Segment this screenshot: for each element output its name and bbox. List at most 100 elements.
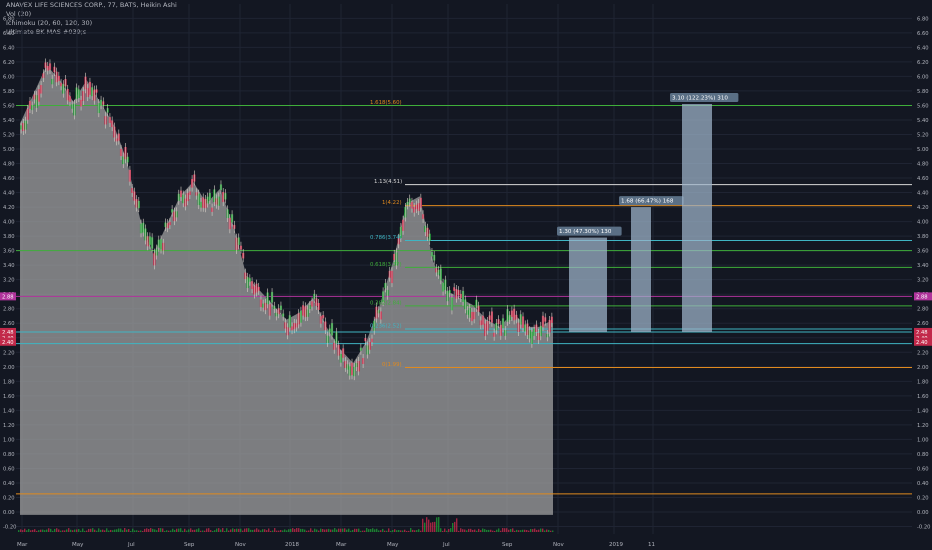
volume-bar [144, 528, 146, 532]
volume-bar [176, 528, 178, 532]
volume-bar [36, 530, 38, 532]
volume-bar [538, 529, 540, 532]
y-tick-label-right: 5.40 [917, 118, 929, 124]
volume-bar [102, 529, 104, 532]
left-price-axis[interactable]: 6.80 6.60 6.40 6.20 6.00 5.80 5.60 5.40 5.20 5.00… [3, 16, 16, 530]
volume-bar [80, 530, 82, 532]
y-tick-label-right: 1.00 [917, 437, 929, 443]
volume-bar [270, 530, 272, 532]
y-tick-label-right: 4.60 [917, 176, 929, 182]
volume-bar [122, 530, 124, 532]
fib-label: 0.236(2.52) [370, 324, 402, 330]
volume-bar [28, 528, 30, 532]
y-tick-label-right: 1.80 [917, 379, 929, 385]
volume-bar [286, 530, 288, 532]
volume-bar [338, 528, 340, 532]
x-tick-label: Mar [17, 542, 28, 548]
volume-bar [252, 529, 254, 532]
y-tick-label-right: 1.60 [917, 394, 929, 400]
volume-bar [386, 530, 388, 532]
volume-bar [300, 528, 302, 532]
volume-bar [334, 528, 336, 532]
volume-bar [412, 529, 414, 532]
volume-bar [50, 528, 52, 532]
volume-bar [456, 518, 458, 532]
y-tick-label-left: 4.80 [3, 162, 15, 168]
volume-bar [502, 528, 504, 532]
y-tick-label-left: 1.40 [3, 408, 15, 414]
volume-bar [362, 530, 364, 532]
volume-bar [302, 528, 304, 532]
volume-bar [550, 530, 552, 532]
volume-bar [232, 528, 234, 532]
fib-label: 1.13(4.51) [374, 179, 402, 185]
y-tick-label-right: 3.60 [917, 249, 929, 255]
volume-bar [384, 530, 386, 532]
y-tick-label-left: 6.20 [3, 60, 15, 66]
volume-bar [200, 530, 202, 532]
volume-bar [82, 528, 84, 532]
volume-bar [392, 530, 394, 532]
volume-bar [240, 528, 242, 532]
volume-bar [192, 529, 194, 532]
volume-bar [188, 529, 190, 532]
volume-bar [322, 529, 324, 532]
volume-bar [434, 521, 436, 532]
price-chart[interactable]: 1.30 (47.30%) 130 1.68 (66.47%) 168 3.10 (… [0, 0, 932, 550]
volume-bar [294, 529, 296, 532]
volume-bar [64, 530, 66, 532]
volume-bar [298, 528, 300, 532]
volume-bar [128, 529, 130, 532]
volume-bar [112, 530, 114, 532]
volume-bar [534, 528, 536, 532]
ichimoku-cloud [20, 65, 553, 515]
right-price-axis[interactable]: 6.80 6.60 6.40 6.20 6.00 5.80 5.60 5.40 5.20 5.00… [917, 16, 930, 530]
volume-bar [318, 530, 320, 532]
fib-label: 1(4.22) [382, 200, 402, 206]
volume-bar [214, 530, 216, 532]
volume-bar [138, 530, 140, 532]
volume-bar [432, 522, 434, 532]
volume-bar [490, 529, 492, 532]
volume-bar [210, 530, 212, 532]
volume-bar [484, 529, 486, 532]
y-tick-label-right: 4.20 [917, 205, 929, 211]
volume-bar [262, 529, 264, 532]
volume-bar [148, 528, 150, 532]
y-tick-label-left: 4.40 [3, 191, 15, 197]
volume-bar [308, 530, 310, 532]
volume-bar [436, 517, 438, 532]
volume-bar [172, 528, 174, 532]
volume-bar [90, 528, 92, 532]
volume-bar [496, 529, 498, 532]
volume-bar [368, 529, 370, 532]
volume-bar [514, 530, 516, 532]
y-tick-label-right: 3.40 [917, 263, 929, 269]
volume-bar [332, 529, 334, 532]
volume-bar [198, 528, 200, 532]
volume-bar [238, 528, 240, 532]
y-tick-label-right: 1.20 [917, 423, 929, 429]
x-tick-label: May [387, 542, 399, 548]
volume-bar [394, 529, 396, 532]
volume-bar [72, 530, 74, 532]
y-tick-label-left: 1.60 [3, 394, 15, 400]
volume-bar [158, 528, 160, 532]
volume-bar [120, 528, 122, 532]
volume-bar [482, 528, 484, 532]
volume-bar [468, 528, 470, 532]
volume-bar [358, 528, 360, 532]
volume-bar [78, 529, 80, 532]
volume-bar [220, 529, 222, 532]
volume-bar [224, 530, 226, 532]
volume-bar [346, 529, 348, 532]
volume-bar [276, 530, 278, 532]
volume-bar [478, 528, 480, 532]
volume-bar [548, 529, 550, 532]
volume-bar [222, 528, 224, 532]
time-axis[interactable]: Mar May Jul Sep Nov 2018 Mar May Jul Sep Nov 2019 11 [17, 542, 655, 548]
volume-bar [324, 529, 326, 532]
y-tick-label-right: 1.40 [917, 408, 929, 414]
price-badge-right-text: 2.88 [916, 294, 928, 300]
volume-bar [512, 528, 514, 532]
